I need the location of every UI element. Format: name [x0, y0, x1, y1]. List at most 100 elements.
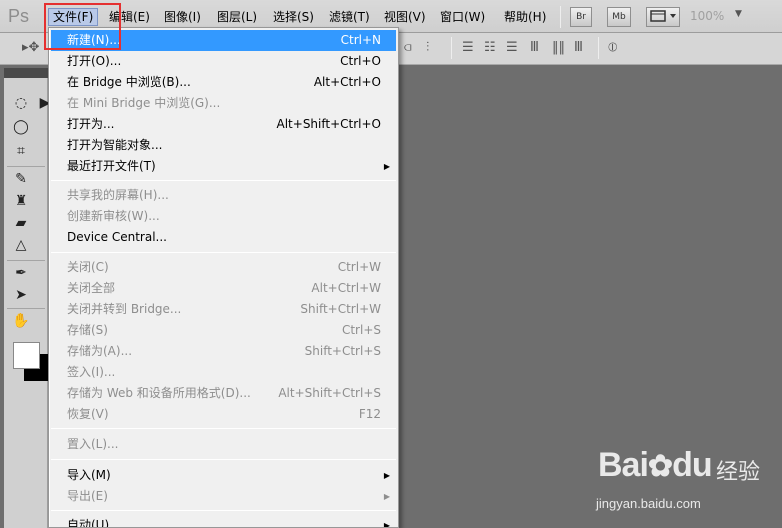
move-tool-icon[interactable]: ▸✥ — [22, 40, 39, 55]
marquee-tool-icon[interactable]: ◌ — [12, 94, 30, 112]
menu-item-shortcut: Alt+Ctrl+W — [311, 281, 381, 295]
auto-align-icon[interactable]: ⦶ — [608, 40, 617, 55]
menu-item-label: 新建(N)... — [67, 33, 121, 47]
menu-item-save: 存储(S) Ctrl+S — [51, 320, 396, 341]
distribute-bottom-icon[interactable]: ☰ — [506, 40, 518, 55]
file-menu-dropdown: 新建(N)... Ctrl+N 打开(O)... Ctrl+O 在 Bridge… — [48, 27, 399, 528]
distribute-right-icon[interactable]: Ⅲ — [574, 40, 583, 55]
menu-item-label: 关闭并转到 Bridge... — [67, 302, 182, 316]
menu-item-label: 创建新审核(W)... — [67, 209, 160, 223]
menu-layer[interactable]: 图层(L) — [213, 8, 261, 26]
view-extras-icon — [650, 10, 676, 22]
menu-item-label: 关闭全部 — [67, 281, 116, 295]
menu-item-create-review: 创建新审核(W)... — [51, 206, 396, 227]
baidu-paw-icon: ✿ — [647, 450, 673, 483]
menu-item-label: 打开(O)... — [67, 54, 122, 68]
menu-item-check-in: 签入(I)... — [51, 362, 396, 383]
hand-tool-icon[interactable]: ✋ — [12, 312, 30, 330]
zoom-dropdown-icon[interactable]: ▼ — [735, 9, 742, 19]
distribute-left-icon[interactable]: Ⅲ — [530, 40, 539, 55]
tools-separator — [7, 166, 45, 167]
menu-item-revert: 恢复(V) F12 — [51, 404, 396, 425]
menu-item-shortcut: Ctrl+W — [337, 260, 381, 274]
menu-item-open-as[interactable]: 打开为... Alt+Shift+Ctrl+O — [51, 114, 396, 135]
menu-item-label: 打开为智能对象... — [67, 138, 163, 152]
crop-tool-icon[interactable]: ⌗ — [12, 142, 30, 160]
blur-tool-icon[interactable]: △ — [12, 236, 30, 254]
menu-item-save-as: 存储为(A)... Shift+Ctrl+S — [51, 341, 396, 362]
menu-separator — [51, 510, 396, 511]
menu-separator — [51, 180, 396, 181]
watermark-url: jingyan.baidu.com — [596, 496, 701, 511]
menu-item-automate[interactable]: 自动(U) ▶ — [51, 515, 396, 528]
menu-item-import[interactable]: 导入(M) ▶ — [51, 465, 396, 486]
zoom-level[interactable]: 100% — [690, 9, 724, 23]
menu-edit[interactable]: 编辑(E) — [105, 8, 154, 26]
menu-item-shortcut: Alt+Shift+Ctrl+O — [276, 117, 381, 131]
menu-item-label: 在 Bridge 中浏览(B)... — [67, 75, 191, 89]
healing-brush-icon[interactable]: ✎ — [12, 170, 30, 188]
menu-item-close-all: 关闭全部 Alt+Ctrl+W — [51, 278, 396, 299]
menu-item-open-smart-object[interactable]: 打开为智能对象... — [51, 135, 396, 156]
photoshop-logo: Ps — [8, 6, 30, 26]
menu-item-browse-bridge[interactable]: 在 Bridge 中浏览(B)... Alt+Ctrl+O — [51, 72, 396, 93]
menu-item-export: 导出(E) ▶ — [51, 486, 396, 507]
align-top-icon[interactable]: ⫏ — [404, 40, 412, 55]
tools-separator — [7, 308, 45, 309]
distribute-hcenter-icon[interactable]: ‖‖ — [552, 40, 565, 55]
menu-item-label: 恢复(V) — [67, 407, 109, 421]
menu-file[interactable]: 文件(F) — [48, 8, 99, 26]
menu-left-border — [49, 28, 50, 527]
menu-item-shortcut: Alt+Ctrl+O — [313, 75, 381, 89]
submenu-arrow-icon: ▶ — [383, 521, 390, 528]
menu-item-label: 存储(S) — [67, 323, 108, 337]
menu-item-label: 导出(E) — [67, 489, 108, 503]
menu-item-shortcut: F12 — [358, 407, 381, 421]
menu-item-close: 关闭(C) Ctrl+W — [51, 257, 396, 278]
tools-separator — [7, 260, 45, 261]
distribute-center-icon[interactable]: ☷ — [484, 40, 496, 55]
bridge-button[interactable]: Br — [570, 7, 592, 27]
baidu-logo: Bai✿du — [598, 446, 713, 484]
menu-item-shortcut: Ctrl+N — [340, 33, 381, 47]
stamp-tool-icon[interactable]: ♜ — [12, 192, 30, 210]
menu-item-shortcut: Shift+Ctrl+S — [304, 344, 381, 358]
menu-view[interactable]: 视图(V) — [380, 8, 430, 26]
menu-help[interactable]: 帮助(H) — [500, 8, 550, 26]
menu-item-device-central[interactable]: Device Central... — [51, 227, 396, 248]
menu-item-browse-minibridge: 在 Mini Bridge 中浏览(G)... — [51, 93, 396, 114]
submenu-arrow-icon: ▶ — [383, 492, 390, 501]
menu-item-open[interactable]: 打开(O)... Ctrl+O — [51, 51, 396, 72]
menu-item-label: 存储为 Web 和设备所用格式(D)... — [67, 386, 251, 400]
menu-separator — [560, 6, 561, 28]
pen-tool-icon[interactable]: ✒ — [12, 264, 30, 282]
menu-select[interactable]: 选择(S) — [269, 8, 318, 26]
menu-window[interactable]: 窗口(W) — [436, 8, 489, 26]
lasso-tool-icon[interactable]: ◯ — [12, 118, 30, 136]
distribute-top-icon[interactable]: ☰ — [462, 40, 474, 55]
options-separator — [451, 37, 452, 59]
tools-panel: ◌ ▶ ◯ ⌗ ✎ ♜ ▰ △ ✒ ➤ ✋ — [4, 78, 51, 528]
tools-panel-header[interactable] — [4, 68, 48, 78]
menu-item-label: Device Central... — [67, 230, 167, 244]
menu-separator — [51, 428, 396, 429]
menu-filter[interactable]: 滤镜(T) — [325, 8, 374, 26]
menu-item-label: 打开为... — [67, 117, 115, 131]
menu-separator — [51, 252, 396, 253]
menu-item-shortcut: Ctrl+S — [341, 323, 381, 337]
menu-item-recent-files[interactable]: 最近打开文件(T) ▶ — [51, 156, 396, 177]
menu-item-place: 置入(L)... — [51, 434, 396, 455]
mini-bridge-button[interactable]: Mb — [607, 7, 631, 27]
baidu-jingyan-watermark: Bai✿du 经验 jingyan.baidu.com — [596, 446, 778, 526]
menu-item-new[interactable]: 新建(N)... Ctrl+N — [51, 30, 396, 51]
menu-item-share-screen: 共享我的屏幕(H)... — [51, 185, 396, 206]
foreground-color-swatch[interactable] — [13, 342, 40, 369]
options-separator — [598, 37, 599, 59]
menu-image[interactable]: 图像(I) — [160, 8, 205, 26]
path-select-icon[interactable]: ➤ — [12, 286, 30, 304]
view-extras-button[interactable] — [646, 7, 680, 27]
eraser-tool-icon[interactable]: ▰ — [12, 214, 30, 232]
menu-item-label: 自动(U) — [67, 518, 110, 528]
align-vertical-center-icon[interactable]: ⫶ — [426, 40, 429, 55]
menu-separator — [51, 459, 396, 460]
